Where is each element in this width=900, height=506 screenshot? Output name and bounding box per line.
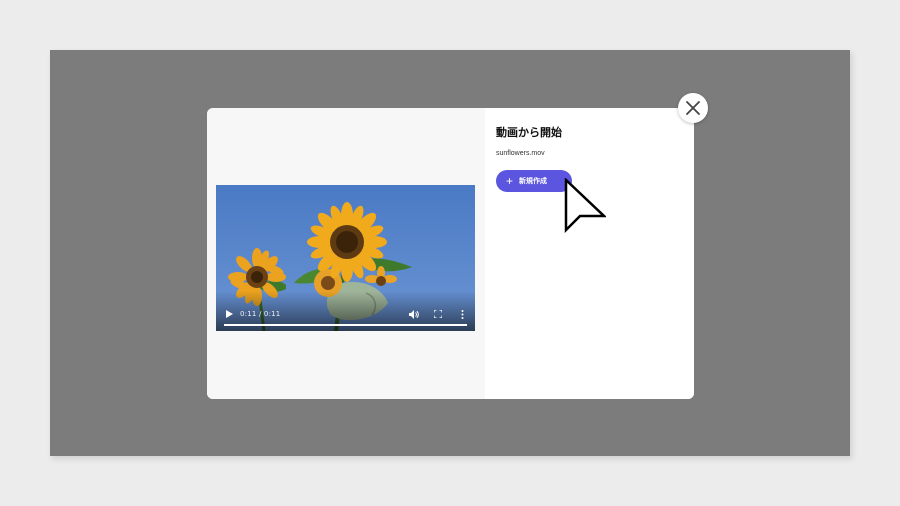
plus-icon: + xyxy=(506,174,514,188)
create-new-button[interactable]: + 新規作成 xyxy=(496,170,572,192)
close-icon xyxy=(686,101,700,115)
close-dialog-button[interactable] xyxy=(678,93,708,123)
video-preview-pane: 0:11 / 0:11 xyxy=(207,108,485,399)
video-progress-fill xyxy=(224,324,467,326)
volume-icon[interactable] xyxy=(409,309,419,319)
fullscreen-icon[interactable] xyxy=(433,309,443,319)
file-name-label: sunflowers.mov xyxy=(496,150,545,157)
dialog-details-pane: 動画から開始 sunflowers.mov + 新規作成 xyxy=(485,108,694,399)
video-time-display: 0:11 / 0:11 xyxy=(240,310,281,318)
more-options-icon[interactable] xyxy=(457,309,467,319)
play-icon[interactable] xyxy=(224,309,234,319)
video-player[interactable]: 0:11 / 0:11 xyxy=(216,185,475,331)
dialog-title: 動画から開始 xyxy=(496,126,562,139)
start-from-video-dialog: 0:11 / 0:11 動画から開始 sunflowers.mov + 新規作成 xyxy=(207,108,694,399)
video-controls-bar: 0:11 / 0:11 xyxy=(216,307,475,321)
create-new-button-label: 新規作成 xyxy=(519,178,548,185)
video-progress-track[interactable] xyxy=(224,324,467,326)
